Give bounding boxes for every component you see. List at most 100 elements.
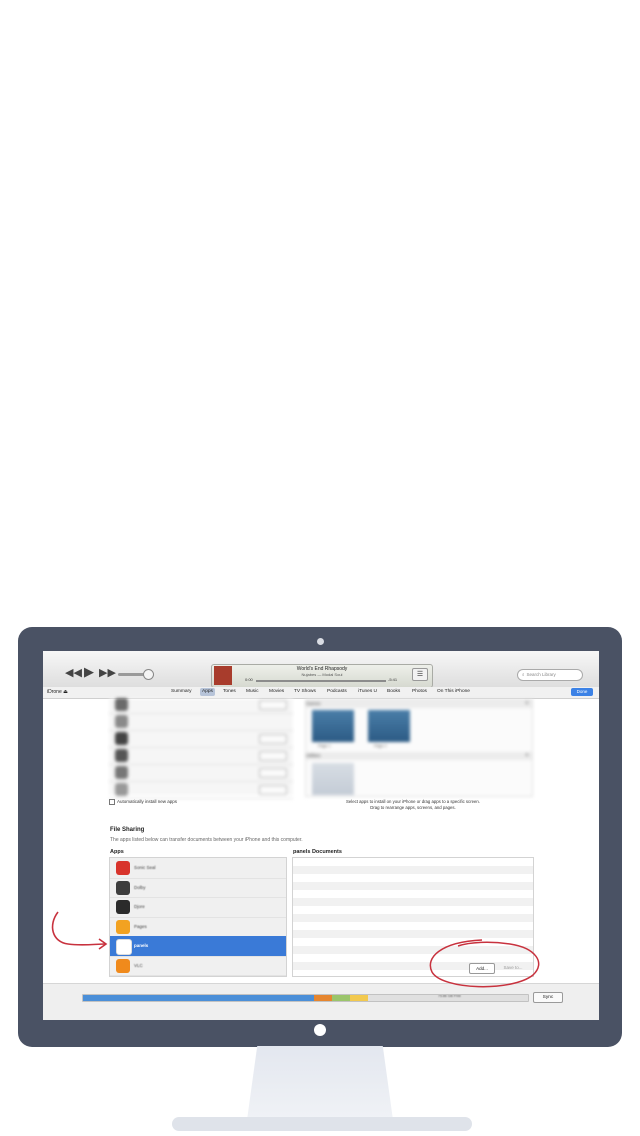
app-icon	[115, 732, 128, 745]
file-sharing-title: File Sharing	[110, 827, 145, 833]
search-placeholder: Search Library	[526, 672, 556, 677]
add-icon[interactable]: +	[525, 700, 529, 708]
rewind-icon[interactable]: ◀◀	[65, 666, 82, 679]
file-sharing-app-sonic-seal[interactable]: Sonic Seal	[110, 858, 286, 879]
app-name: Dolby	[134, 884, 146, 890]
document-row	[293, 914, 533, 922]
page-label: Page 2	[374, 743, 387, 748]
save-to-button[interactable]: Save to...	[499, 963, 527, 972]
list-item[interactable]	[109, 730, 293, 748]
page-thumbnail-2[interactable]	[368, 710, 410, 742]
auto-install-label: Automatically install new apps	[117, 799, 178, 805]
apps-column-header: Apps	[110, 849, 124, 855]
app-icon	[115, 715, 128, 728]
list-item[interactable]	[109, 713, 293, 731]
storage-capacity-bar: 75.86 GB Free	[82, 994, 529, 1002]
search-icon: ⌕	[522, 672, 525, 677]
play-icon[interactable]: ▶	[84, 664, 94, 680]
list-item[interactable]	[109, 781, 293, 799]
volume-knob[interactable]	[142, 669, 154, 680]
fast-forward-icon[interactable]: ▶▶	[99, 666, 116, 679]
app-icon	[115, 783, 128, 796]
tab-podcasts[interactable]: Podcasts	[327, 689, 347, 694]
sync-button[interactable]: Sync	[533, 992, 563, 1003]
document-row	[293, 930, 533, 938]
add-icon[interactable]: +	[525, 752, 529, 760]
auto-install-checkbox[interactable]: Automatically install new apps	[109, 799, 177, 805]
tab-itunes-u[interactable]: iTunes U	[358, 689, 377, 694]
time-elapsed: 0:00	[245, 677, 253, 682]
page-thumbnail-1[interactable]	[312, 710, 354, 742]
free-space-label: 75.86 GB Free	[438, 994, 461, 998]
capacity-segment-video	[314, 995, 333, 1001]
app-icon	[116, 900, 130, 914]
install-button[interactable]	[259, 734, 287, 744]
page-thumbnail-3[interactable]	[312, 763, 354, 795]
tab-summary[interactable]: Summary	[171, 689, 192, 694]
tab-music[interactable]: Music	[246, 689, 259, 694]
app-icon	[115, 698, 128, 711]
file-sharing-description: The apps listed below can transfer docum…	[110, 837, 303, 843]
capacity-segment-photos	[332, 995, 350, 1001]
album-art	[214, 666, 232, 685]
install-button[interactable]	[259, 700, 287, 710]
tab-books[interactable]: Books	[387, 689, 400, 694]
document-row	[293, 962, 533, 970]
capacity-segment-apps	[350, 995, 368, 1001]
app-icon	[115, 749, 128, 762]
tab-tones[interactable]: Tones	[223, 689, 236, 694]
install-button[interactable]	[259, 785, 287, 795]
tab-movies[interactable]: Movies	[269, 689, 284, 694]
app-icon	[116, 958, 130, 973]
app-icon	[115, 766, 128, 779]
time-remaining: -5:41	[388, 677, 398, 682]
tab-photos[interactable]: Photos	[412, 689, 427, 694]
list-item[interactable]	[109, 696, 293, 714]
install-button[interactable]	[259, 751, 287, 761]
list-item[interactable]	[109, 764, 293, 782]
list-item[interactable]	[109, 747, 293, 765]
up-next-list-button[interactable]: ☰	[412, 668, 428, 681]
song-progress-bar[interactable]	[256, 680, 386, 682]
file-sharing-app-vlc[interactable]: VLC	[110, 956, 286, 976]
apps-install-list	[109, 696, 293, 799]
file-sharing-app-dolby[interactable]: Dolby	[110, 878, 286, 898]
player-toolbar: ◀◀ ▶ ▶▶ World's End Rhapsody Nujabes — M…	[43, 651, 599, 688]
group-header-games-label: Games	[306, 701, 321, 706]
install-button[interactable]	[259, 768, 287, 778]
apps-hint: Select apps to install on your iPhone or…	[333, 799, 493, 811]
document-row	[293, 898, 533, 906]
tab-apps[interactable]: Apps	[200, 688, 215, 696]
documents-list	[292, 857, 534, 977]
file-sharing-app-pages[interactable]: Pages	[110, 917, 286, 937]
add-button[interactable]: Add...	[469, 963, 495, 974]
monitor-stand-neck	[247, 1046, 393, 1120]
tab-on-this-iphone[interactable]: On This iPhone	[437, 689, 470, 694]
eject-icon[interactable]: ⏏	[63, 689, 68, 695]
file-sharing-app-panels[interactable]: panels	[110, 936, 286, 957]
capacity-bar-area: 75.86 GB Free Sync	[43, 983, 599, 1020]
search-input[interactable]: ⌕ Search Library	[517, 669, 583, 681]
file-sharing-app-djore[interactable]: Djore	[110, 897, 286, 918]
capacity-segment-audio	[83, 995, 315, 1001]
hint-line-2: Drag to rearrange apps, screens, and pag…	[370, 805, 456, 810]
now-playing-display: World's End Rhapsody Nujabes — Modal Sou…	[211, 664, 433, 688]
document-row	[293, 946, 533, 954]
done-button[interactable]: Done	[571, 688, 593, 696]
monitor-stand-base	[172, 1117, 472, 1131]
app-icon	[116, 880, 130, 895]
documents-column-header: panels Documents	[293, 849, 342, 855]
app-name: Sonic Seal	[134, 865, 156, 870]
device-name[interactable]: iDrone ⏏	[47, 689, 68, 695]
group-header-games: Games +	[306, 700, 532, 708]
checkbox[interactable]	[109, 799, 115, 805]
app-icon	[116, 939, 132, 955]
app-name: VLC	[134, 962, 143, 968]
tab-tv-shows[interactable]: TV Shows	[294, 689, 316, 694]
app-name: panels	[134, 943, 149, 948]
file-sharing-apps-list: Sonic Seal Dolby Djore Pages panels VLC	[109, 857, 287, 977]
document-row	[293, 882, 533, 890]
camera-dot	[317, 638, 324, 645]
song-artist: Nujabes — Modal Soul	[301, 672, 343, 677]
app-name: Djore	[134, 904, 145, 909]
